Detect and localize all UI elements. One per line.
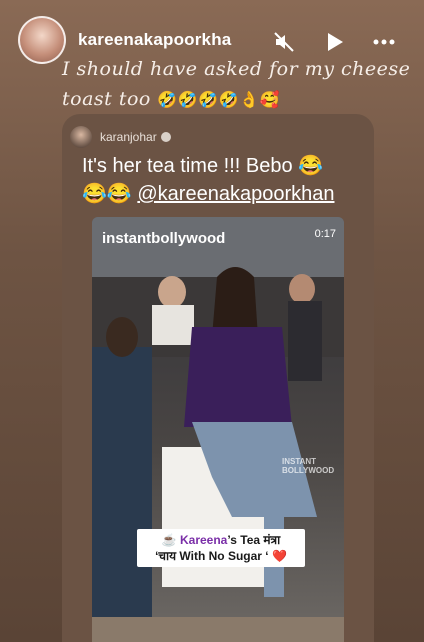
overlay-name: Kareena — [179, 533, 228, 547]
shared-post-card[interactable]: karanjohar It's her tea time !!! Bebo 😂 … — [62, 114, 374, 642]
overlay-line1: ’s Tea मंत्रा — [227, 533, 281, 547]
post-text: It's her tea time !!! Bebo 😂 😂😂 @kareena… — [82, 152, 362, 208]
play-icon[interactable] — [322, 30, 346, 54]
mention-link[interactable]: @kareenakapoorkhan — [137, 183, 334, 205]
verified-badge-icon — [160, 132, 171, 142]
overlay-line2: ‘चाय With No Sugar ‘ ❤️ — [155, 549, 287, 563]
video-handle: instantbollywood — [102, 230, 226, 247]
post-author-name[interactable]: karanjohar — [100, 130, 157, 144]
video-overlay-label: ☕ Kareena’s Tea मंत्रा ‘चाय With No Suga… — [137, 529, 305, 567]
caption-emojis: 🤣🤣🤣🤣👌🥰 — [157, 90, 280, 109]
post-video[interactable]: instantbollywood 0:17 INSTANT BOLLYWOOD … — [92, 217, 344, 642]
tea-cup-icon: ☕ — [161, 533, 177, 547]
video-frame — [92, 217, 344, 642]
video-watermark: INSTANT BOLLYWOOD — [282, 457, 335, 475]
post-text-line1: It's her tea time !!! Bebo 😂 — [82, 155, 324, 177]
post-author[interactable]: karanjohar — [100, 130, 171, 144]
story-username[interactable]: kareenakapoorkha — [78, 30, 231, 50]
post-text-emojis: 😂😂 — [82, 183, 132, 205]
post-author-avatar[interactable] — [70, 126, 92, 148]
story-caption: I should have asked for my cheese toast … — [62, 54, 412, 115]
video-timestamp: 0:17 — [314, 228, 336, 240]
more-icon[interactable] — [372, 30, 396, 54]
mute-icon[interactable] — [272, 30, 296, 54]
profile-avatar[interactable] — [18, 16, 66, 64]
